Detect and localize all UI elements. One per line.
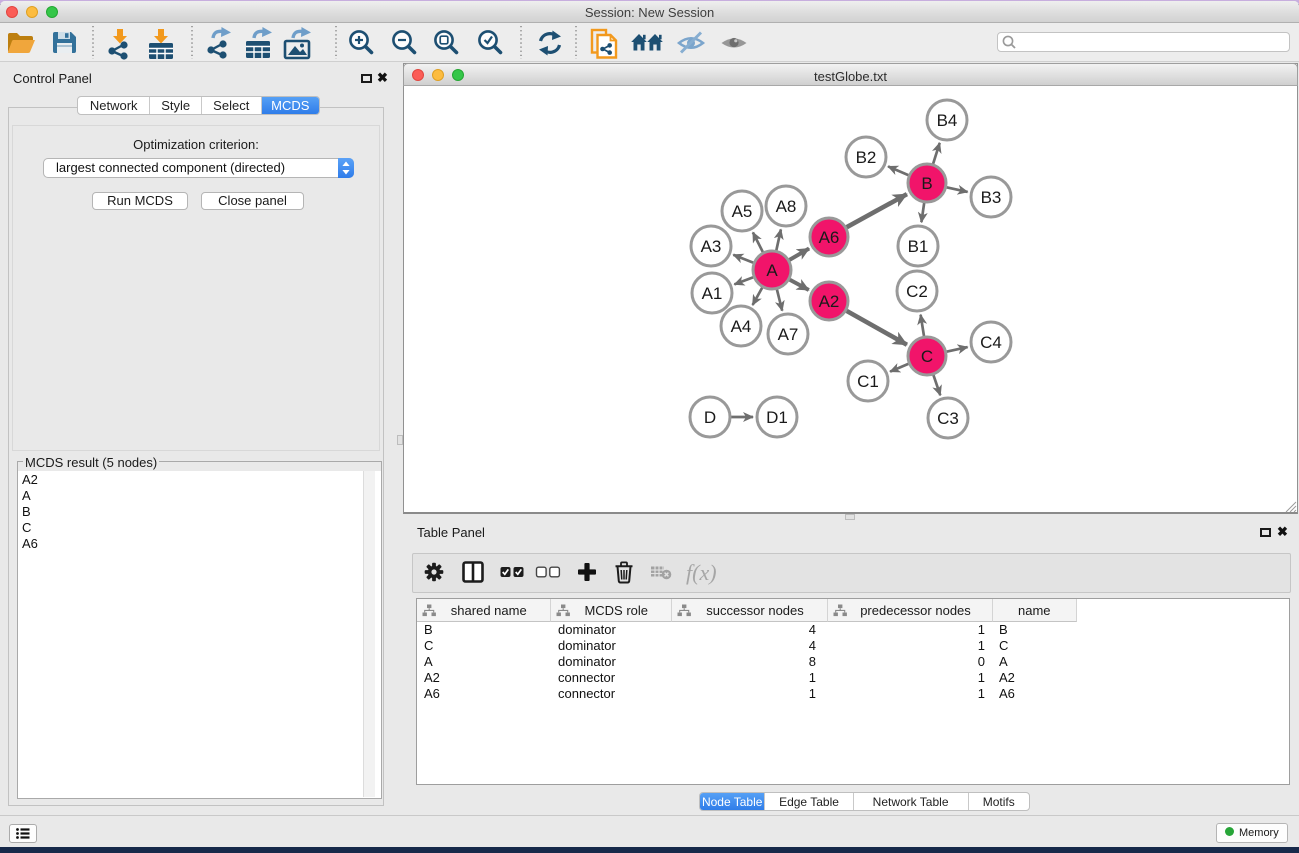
svg-text:B2: B2 <box>856 148 877 167</box>
svg-text:A1: A1 <box>702 284 723 303</box>
svg-text:A: A <box>766 261 778 280</box>
svg-text:B4: B4 <box>937 111 958 130</box>
svg-text:B1: B1 <box>908 237 929 256</box>
svg-text:B: B <box>921 174 932 193</box>
svg-text:A4: A4 <box>731 317 752 336</box>
svg-text:A7: A7 <box>778 325 799 344</box>
svg-text:C1: C1 <box>857 372 879 391</box>
svg-text:A2: A2 <box>819 292 840 311</box>
svg-text:f(x): f(x) <box>686 560 717 585</box>
svg-text:C: C <box>921 347 933 366</box>
svg-text:A6: A6 <box>819 228 840 247</box>
svg-text:A8: A8 <box>776 197 797 216</box>
svg-text:A5: A5 <box>732 202 753 221</box>
svg-text:A3: A3 <box>701 237 722 256</box>
svg-text:C3: C3 <box>937 409 959 428</box>
svg-text:C4: C4 <box>980 333 1002 352</box>
svg-text:D: D <box>704 408 716 427</box>
svg-text:C2: C2 <box>906 282 928 301</box>
svg-text:D1: D1 <box>766 408 788 427</box>
svg-text:B3: B3 <box>981 188 1002 207</box>
